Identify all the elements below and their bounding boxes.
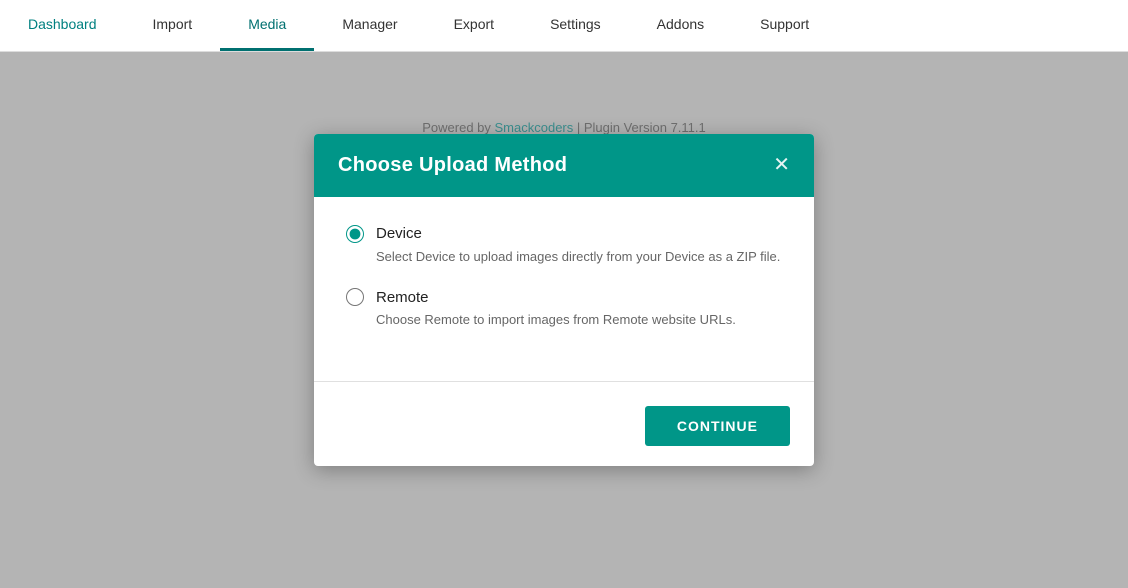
modal-header: Choose Upload Method ✕ xyxy=(314,134,814,197)
modal-title: Choose Upload Method xyxy=(338,154,567,177)
remote-option: Remote Choose Remote to import images fr… xyxy=(346,288,782,329)
nav-item-addons[interactable]: Addons xyxy=(629,0,732,51)
modal-overlay: Choose Upload Method ✕ Device Select Dev… xyxy=(0,52,1128,588)
nav-item-dashboard[interactable]: Dashboard xyxy=(0,0,125,51)
modal-close-button[interactable]: ✕ xyxy=(773,155,790,175)
nav-item-manager[interactable]: Manager xyxy=(314,0,425,51)
modal-divider xyxy=(314,381,814,382)
content-area: Powered by Smackcoders | Plugin Version … xyxy=(0,52,1128,588)
upload-method-modal: Choose Upload Method ✕ Device Select Dev… xyxy=(314,134,814,466)
modal-footer: CONTINUE xyxy=(314,398,814,466)
nav-item-export[interactable]: Export xyxy=(426,0,522,51)
nav-item-support[interactable]: Support xyxy=(732,0,837,51)
device-option-description: Select Device to upload images directly … xyxy=(346,248,782,266)
nav-item-media[interactable]: Media xyxy=(220,0,314,51)
remote-option-name: Remote xyxy=(376,289,429,306)
modal-body: Device Select Device to upload images di… xyxy=(314,197,814,371)
device-option-name: Device xyxy=(376,225,422,242)
remote-option-label[interactable]: Remote xyxy=(346,288,782,306)
device-option: Device Select Device to upload images di… xyxy=(346,225,782,266)
device-option-label[interactable]: Device xyxy=(346,225,782,243)
remote-option-description: Choose Remote to import images from Remo… xyxy=(346,311,782,329)
device-radio[interactable] xyxy=(346,225,364,243)
nav-item-settings[interactable]: Settings xyxy=(522,0,629,51)
remote-radio[interactable] xyxy=(346,288,364,306)
nav-item-import[interactable]: Import xyxy=(125,0,221,51)
continue-button[interactable]: CONTINUE xyxy=(645,406,790,446)
nav-bar: Dashboard Import Media Manager Export Se… xyxy=(0,0,1128,52)
